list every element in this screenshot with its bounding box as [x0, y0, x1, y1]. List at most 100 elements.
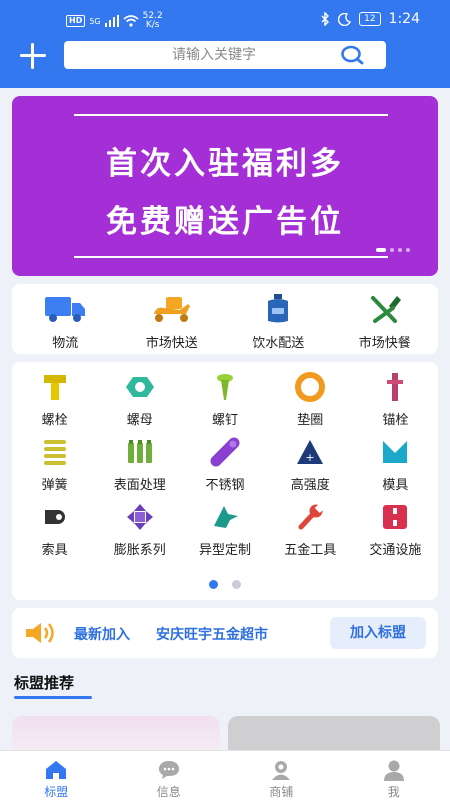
category-label: 膨胀系列: [113, 543, 166, 558]
speaker-icon: [26, 623, 54, 643]
category-label: 螺母: [126, 413, 153, 428]
banner-line-2: 免费赠送广告位: [106, 204, 344, 240]
category-hardware-tools[interactable]: 五金工具: [268, 502, 353, 558]
service-row: 物流 市场快送 饮水配送 市场快餐: [12, 284, 438, 354]
category-label: 垫圈: [297, 413, 324, 428]
washer-icon: [295, 372, 326, 402]
bolt-icon: [43, 375, 66, 400]
category-label: 高强度: [290, 478, 330, 493]
add-button[interactable]: [18, 41, 48, 71]
category-expansion[interactable]: 膨胀系列: [97, 502, 182, 558]
notice-text[interactable]: 安庆旺宇五金超市: [156, 624, 268, 644]
traffic-facility-icon: [383, 505, 408, 529]
category-panel: 螺栓 螺母 螺钉 垫圈 锚栓 弹簧 表面处理 不锈钢 + 高强度 模具 索具 膨…: [12, 362, 438, 600]
service-label: 市场快餐: [358, 336, 411, 351]
service-market-delivery[interactable]: 市场快送: [119, 284, 226, 354]
service-water-delivery[interactable]: 饮水配送: [225, 284, 332, 354]
tab-label: 标盟: [44, 785, 69, 799]
spring-icon: [43, 440, 66, 465]
section-underline: [14, 696, 92, 699]
tab-profile[interactable]: 我: [338, 751, 450, 800]
nut-icon: [125, 377, 154, 397]
category-spring[interactable]: 弹簧: [12, 437, 97, 493]
custom-shape-icon: [213, 506, 238, 528]
tab-label: 我: [387, 785, 400, 799]
tab-messages[interactable]: 信息: [113, 751, 226, 800]
expansion-icon: [126, 504, 153, 530]
user-icon: [383, 760, 404, 781]
category-washer[interactable]: 垫圈: [268, 372, 353, 428]
category-high-strength[interactable]: + 高强度: [268, 437, 353, 493]
shop-icon: [272, 761, 291, 780]
svg-text:+: +: [306, 451, 315, 464]
search-icon[interactable]: [340, 45, 364, 65]
service-label: 市场快送: [145, 336, 198, 351]
delivery-scooter-icon: [153, 297, 190, 322]
signal-icon: [104, 15, 119, 27]
tab-label: 信息: [156, 785, 181, 799]
category-stainless-steel[interactable]: 不锈钢: [182, 437, 267, 493]
category-label: 螺栓: [41, 413, 68, 428]
banner-indicator: [376, 248, 410, 252]
service-fast-food[interactable]: 市场快餐: [332, 284, 439, 354]
moon-icon: [338, 12, 352, 26]
network-type: 5G: [89, 16, 101, 26]
promo-banner[interactable]: 首次入驻福利多 免费赠送广告位: [12, 96, 438, 276]
app-header: HD 5G 52.2 K/s 12 1:24: [0, 0, 450, 88]
tab-label: 商铺: [269, 785, 294, 799]
bluetooth-icon: [321, 12, 330, 26]
water-bottle-icon: [268, 294, 289, 323]
battery-icon: 12: [359, 12, 381, 26]
rigging-hook-icon: [44, 510, 65, 524]
section-title: 标盟推荐: [14, 674, 75, 692]
notice-prefix: 最新加入: [74, 627, 130, 643]
service-label: 物流: [52, 336, 79, 351]
category-anchor-bolt[interactable]: 锚栓: [353, 372, 438, 428]
anchor-bolt-icon: [387, 373, 404, 401]
truck-icon: [45, 297, 86, 322]
search-input[interactable]: [94, 41, 334, 69]
join-button[interactable]: 加入标盟: [330, 617, 426, 649]
category-bolt[interactable]: 螺栓: [12, 372, 97, 428]
category-label: 螺钉: [211, 413, 238, 428]
clock: 1:24: [388, 11, 420, 27]
category-label: 锚栓: [382, 413, 409, 428]
wrench-icon: [298, 503, 325, 530]
category-label: 模具: [382, 478, 409, 493]
tab-home[interactable]: 标盟: [0, 751, 113, 800]
banner-divider-top: [74, 114, 388, 116]
category-surface-treatment[interactable]: 表面处理: [97, 437, 182, 493]
category-label: 表面处理: [113, 478, 166, 493]
service-logistics[interactable]: 物流: [12, 284, 119, 354]
tab-shops[interactable]: 商铺: [225, 751, 338, 800]
status-bar: HD 5G 52.2 K/s 12 1:24: [0, 0, 450, 40]
pager-dot[interactable]: [232, 580, 241, 589]
pager-dot-active[interactable]: [209, 580, 218, 589]
screw-icon: [216, 374, 233, 400]
wifi-icon: [123, 15, 139, 27]
high-strength-icon: +: [297, 440, 324, 464]
notice-bar: 最新加入 安庆旺宇五金超市 加入标盟: [12, 608, 438, 658]
banner-divider-bottom: [74, 256, 388, 258]
category-pager: [12, 580, 438, 589]
hd-badge: HD: [66, 15, 86, 27]
category-custom-shape[interactable]: 异型定制: [182, 502, 267, 558]
category-traffic-facility[interactable]: 交通设施: [353, 502, 438, 558]
surface-treatment-icon: [127, 440, 152, 463]
category-label: 弹簧: [41, 478, 68, 493]
category-label: 异型定制: [198, 543, 251, 558]
category-nut[interactable]: 螺母: [97, 372, 182, 428]
steel-bar-icon: [210, 437, 240, 467]
banner-line-1: 首次入驻福利多: [106, 146, 344, 182]
bottom-nav: 标盟 信息 商铺 我: [0, 750, 450, 800]
category-rigging[interactable]: 索具: [12, 502, 97, 558]
category-mold[interactable]: 模具: [353, 437, 438, 493]
category-label: 交通设施: [369, 543, 422, 558]
network-speed: 52.2 K/s: [143, 12, 163, 30]
search-bar[interactable]: [64, 41, 386, 69]
mold-icon: [383, 441, 408, 463]
speed-unit: K/s: [145, 20, 160, 30]
category-screw[interactable]: 螺钉: [182, 372, 267, 428]
category-label: 不锈钢: [205, 478, 245, 493]
fork-knife-icon: [370, 296, 401, 323]
